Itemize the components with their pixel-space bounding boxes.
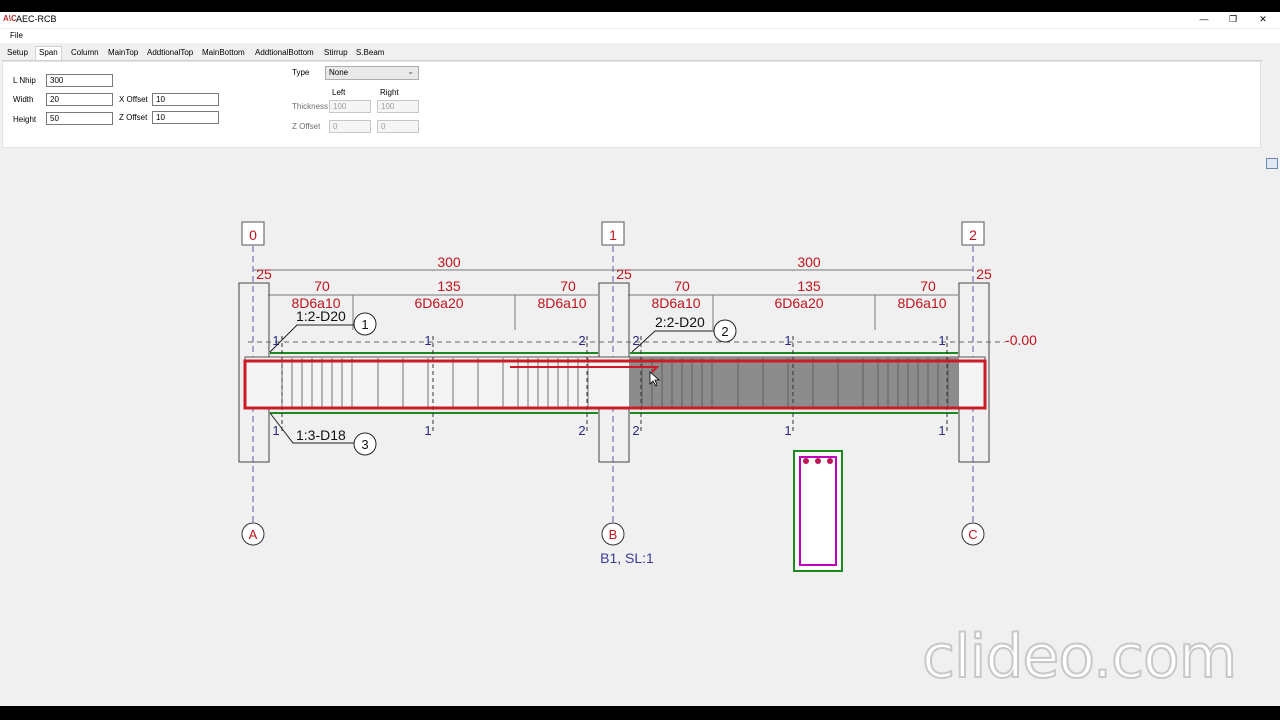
rebar-tag-label: 2:2-D20 — [655, 314, 705, 330]
watermark: clideo.com — [921, 621, 1238, 693]
support-width-label: 25 — [616, 266, 632, 282]
rebar-tag-label: 1:2-D20 — [296, 308, 346, 324]
bottom-marker: 2 — [578, 423, 585, 438]
rebar-tag-number: 3 — [361, 437, 368, 452]
grid-number-2: 2 — [969, 227, 977, 243]
rebar-tag-label: 1:3-D18 — [296, 427, 346, 443]
stirrup-length-label: 70 — [314, 278, 330, 294]
bottom-marker: 1 — [938, 423, 945, 438]
section-bar — [827, 458, 833, 464]
span-length-label: 300 — [797, 254, 821, 270]
grid-number-boxes: 0 1 2 — [241, 221, 985, 246]
selected-span-fill — [629, 357, 959, 409]
stirrup-spec-label: 6D6a20 — [774, 295, 823, 311]
bottom-marker: 2 — [632, 423, 639, 438]
grid-number-0: 0 — [249, 227, 257, 243]
top-marker: 1 — [424, 333, 431, 348]
stirrup-spec-label: 8D6a10 — [897, 295, 946, 311]
stirrup-length-label: 70 — [560, 278, 576, 294]
bottom-marker: 1 — [784, 423, 791, 438]
support-width-label: 25 — [256, 266, 272, 282]
app-window: A\C AEC-RCB — ❐ ✕ File Setup Span Column… — [0, 12, 1280, 706]
stirrup-length-label: 70 — [674, 278, 690, 294]
stirrup-length-label: 135 — [437, 278, 461, 294]
stirrup-spec-label: 6D6a20 — [414, 295, 463, 311]
cross-section — [793, 450, 843, 572]
stirrup-spec-label: 8D6a10 — [651, 295, 700, 311]
beam-drawing-canvas[interactable]: 0 1 2 A B C 300 300 25 25 25 70 135 70 7… — [0, 12, 1280, 706]
stirrup-spec-label: 8D6a10 — [537, 295, 586, 311]
rebar-tag-number: 2 — [721, 324, 728, 339]
beam-label: B1, SL:1 — [600, 550, 654, 566]
section-outline — [793, 450, 843, 572]
top-marker: 1 — [938, 333, 945, 348]
section-bar — [803, 458, 809, 464]
grid-number-1: 1 — [609, 227, 617, 243]
stirrup-length-label: 70 — [920, 278, 936, 294]
grid-letter-c: C — [968, 527, 977, 542]
grid-letter-a: A — [249, 527, 258, 542]
section-bar — [815, 458, 821, 464]
span-length-label: 300 — [437, 254, 461, 270]
rebar-tag-number: 1 — [361, 317, 368, 332]
grid-letter-b: B — [609, 527, 618, 542]
grid-letter-circles: A B C — [241, 522, 985, 546]
support-width-label: 25 — [976, 266, 992, 282]
bottom-marker: 1 — [424, 423, 431, 438]
bottom-marker: 1 — [272, 423, 279, 438]
leader-line — [269, 324, 354, 353]
top-marker: 1 — [784, 333, 791, 348]
top-marker: 2 — [578, 333, 585, 348]
stirrup-length-label: 135 — [797, 278, 821, 294]
level-label: -0.00 — [1005, 332, 1037, 348]
